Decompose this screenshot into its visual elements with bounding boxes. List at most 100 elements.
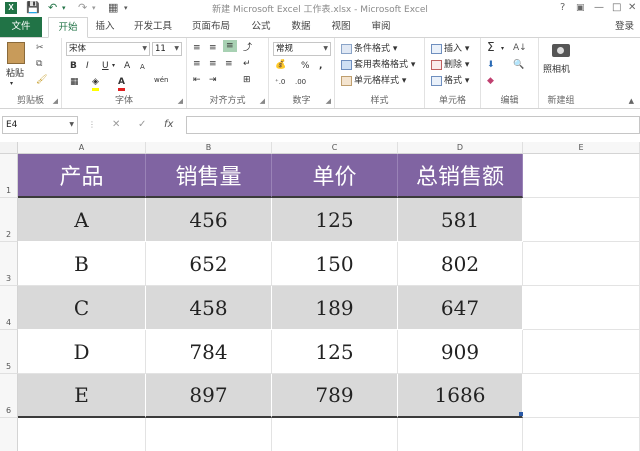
table-cell[interactable]: 789 (272, 374, 398, 418)
cancel-icon[interactable]: ✕ (112, 116, 120, 134)
align-middle-icon[interactable]: ≡ (209, 42, 217, 54)
align-right-icon[interactable]: ≡ (225, 58, 233, 70)
select-all-corner[interactable] (0, 142, 18, 154)
bold-button[interactable]: B (70, 60, 77, 72)
column-header-a[interactable]: A (18, 142, 146, 154)
redo-dropdown-icon[interactable]: ▾ (92, 1, 96, 15)
collapse-ribbon-icon[interactable]: ▲ (629, 97, 634, 105)
column-header-e[interactable]: E (523, 142, 640, 154)
delete-cells-button[interactable]: 删除 ▾ (431, 59, 469, 71)
tab-home[interactable]: 开始 (48, 17, 88, 38)
insert-cells-button[interactable]: 插入 ▾ (431, 43, 469, 55)
formula-input[interactable] (186, 116, 640, 134)
number-format-select[interactable]: 常规 ▼ (273, 42, 331, 56)
tab-page-layout[interactable]: 页面布局 (186, 17, 236, 37)
align-left-icon[interactable]: ≡ (193, 58, 201, 70)
table-cell[interactable]: 581 (398, 198, 523, 242)
table-cell[interactable]: B (18, 242, 146, 286)
table-resize-handle[interactable] (519, 412, 523, 416)
table-cell[interactable]: D (18, 330, 146, 374)
login-link[interactable]: 登录 (615, 17, 634, 37)
header-cell-total-sales[interactable]: 总销售额 (398, 154, 523, 198)
cut-icon[interactable]: ✂ (36, 42, 44, 54)
tab-insert[interactable]: 插入 (88, 17, 122, 37)
format-painter-icon[interactable]: 🖌 (36, 74, 47, 86)
header-cell-sales-volume[interactable]: 销售量 (146, 154, 272, 198)
grow-font-button[interactable]: A (124, 60, 130, 72)
conditional-formatting-button[interactable]: 条件格式 ▾ (341, 43, 397, 55)
table-cell[interactable]: 647 (398, 286, 523, 330)
sort-filter-icon[interactable]: A↓ (513, 42, 527, 54)
camera-button[interactable]: 照相机 (543, 64, 570, 76)
percent-button[interactable]: % (301, 60, 310, 72)
close-icon[interactable]: ✕ (628, 1, 636, 15)
undo-dropdown-icon[interactable]: ▾ (62, 1, 66, 15)
row-header-5[interactable]: 5 (0, 330, 18, 374)
name-box[interactable]: E4 ▼ (2, 116, 78, 134)
table-cell[interactable] (523, 330, 640, 374)
table-cell[interactable]: 189 (272, 286, 398, 330)
tab-formulas[interactable]: 公式 (244, 17, 278, 37)
table-cell[interactable]: 456 (146, 198, 272, 242)
insert-function-button[interactable]: fx (164, 116, 173, 134)
currency-icon[interactable]: 💰 (275, 59, 286, 71)
table-cell[interactable]: 909 (398, 330, 523, 374)
row-header-3[interactable]: 3 (0, 242, 18, 286)
table-cell[interactable]: 1686 (398, 374, 523, 418)
alignment-launcher-icon[interactable]: ◢ (260, 97, 265, 105)
comma-button[interactable]: , (319, 60, 322, 72)
fill-icon[interactable]: ⬇ (487, 59, 495, 71)
font-launcher-icon[interactable]: ◢ (178, 97, 183, 105)
table-cell[interactable] (272, 418, 398, 451)
italic-button[interactable]: I (86, 60, 89, 72)
table-cell[interactable]: 125 (272, 198, 398, 242)
orientation-icon[interactable]: ⤴ (243, 42, 252, 54)
align-bottom-icon[interactable]: ≡ (223, 40, 237, 52)
header-cell-unit-price[interactable]: 单价 (272, 154, 398, 198)
selected-cell-e4[interactable] (523, 286, 640, 330)
clipboard-launcher-icon[interactable]: ◢ (53, 97, 58, 105)
table-cell[interactable] (523, 198, 640, 242)
copy-icon[interactable]: ⧉ (36, 58, 42, 70)
calculator-icon[interactable]: ▦ (108, 1, 118, 15)
tab-file[interactable]: 文件 (0, 17, 42, 37)
autosum-button[interactable]: Σ (487, 41, 495, 53)
table-cell[interactable]: 784 (146, 330, 272, 374)
borders-icon[interactable]: ▦ (70, 76, 79, 88)
font-size-select[interactable]: 11 ▼ (152, 42, 182, 56)
tab-data[interactable]: 数据 (284, 17, 318, 37)
camera-icon[interactable] (552, 44, 570, 57)
table-cell[interactable] (523, 154, 640, 198)
tab-review[interactable]: 审阅 (364, 17, 398, 37)
align-center-icon[interactable]: ≡ (209, 58, 217, 70)
row-header-2[interactable]: 2 (0, 198, 18, 242)
format-as-table-button[interactable]: 套用表格格式 ▾ (341, 59, 415, 71)
help-icon[interactable]: ? (560, 1, 565, 15)
table-cell[interactable] (523, 418, 640, 451)
underline-button[interactable]: U (102, 60, 109, 72)
number-launcher-icon[interactable]: ◢ (326, 97, 331, 105)
tab-view[interactable]: 视图 (324, 17, 358, 37)
column-header-c[interactable]: C (272, 142, 398, 154)
paste-button[interactable]: 粘贴 (6, 68, 24, 80)
paste-dropdown-icon[interactable]: ▾ (10, 78, 13, 90)
font-color-button[interactable]: A (118, 76, 125, 91)
table-cell[interactable]: 897 (146, 374, 272, 418)
font-name-select[interactable]: 宋体 ▼ (66, 42, 150, 56)
wrap-text-icon[interactable]: ↵ (243, 58, 251, 70)
shrink-font-button[interactable]: A (140, 61, 145, 73)
header-cell-product[interactable]: 产品 (18, 154, 146, 198)
row-header-1[interactable]: 1 (0, 154, 18, 198)
row-header-6[interactable]: 6 (0, 374, 18, 418)
phonetic-button[interactable]: wén (154, 74, 168, 86)
cell-styles-button[interactable]: 单元格样式 ▾ (341, 75, 406, 87)
enter-icon[interactable]: ✓ (138, 116, 146, 134)
merge-center-icon[interactable]: ⊞ (243, 74, 251, 86)
tab-developer[interactable]: 开发工具 (128, 17, 178, 37)
table-cell[interactable] (523, 242, 640, 286)
row-header-4[interactable]: 4 (0, 286, 18, 330)
table-cell[interactable]: 458 (146, 286, 272, 330)
row-header-7[interactable] (0, 418, 18, 451)
clear-icon[interactable]: ◆ (487, 75, 494, 87)
table-cell[interactable]: A (18, 198, 146, 242)
